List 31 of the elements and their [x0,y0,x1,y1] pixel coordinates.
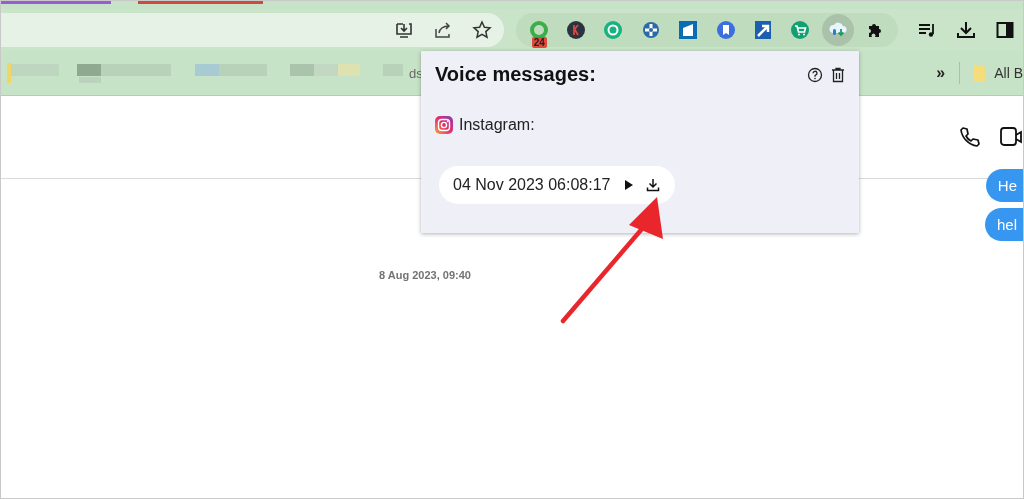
camera-app-icon [435,116,453,134]
extension-button[interactable]: 24 [522,14,555,46]
message-timestamp: 04 Nov 2023 06:08:17 [453,176,611,194]
share-icon[interactable] [433,20,453,40]
star-icon[interactable] [472,20,492,40]
bookmark-circle-icon [715,20,736,40]
more-bookmarks-button[interactable]: » [936,64,946,82]
bookmark-folder[interactable]: All B [972,63,1023,83]
play-icon[interactable] [624,179,635,191]
message-bubble: He [985,169,1023,202]
download-icon[interactable] [646,178,661,192]
circle-ring-icon [603,20,624,40]
cross-circle-icon [640,20,661,40]
message-bubble: hel [984,208,1023,241]
k-circle-icon [566,20,587,40]
phone-icon[interactable] [958,125,982,149]
message-date: 8 Aug 2023, 09:40 [379,269,472,281]
count-badge: 24 [531,37,547,48]
popup-title: Voice messages: [435,63,597,86]
download-icon[interactable] [956,20,976,40]
trash-icon[interactable] [831,66,845,83]
folder-icon [972,63,987,83]
side-panel-icon[interactable] [995,20,1015,40]
video-call-icon[interactable] [1000,125,1022,149]
install-icon[interactable] [394,20,414,40]
cart-icon [790,20,811,40]
ring-icon [528,20,549,40]
arrow-square-icon [753,20,774,40]
help-icon[interactable] [807,66,823,83]
source-label: Instagram: [459,116,535,134]
panel-square-icon [678,20,699,40]
